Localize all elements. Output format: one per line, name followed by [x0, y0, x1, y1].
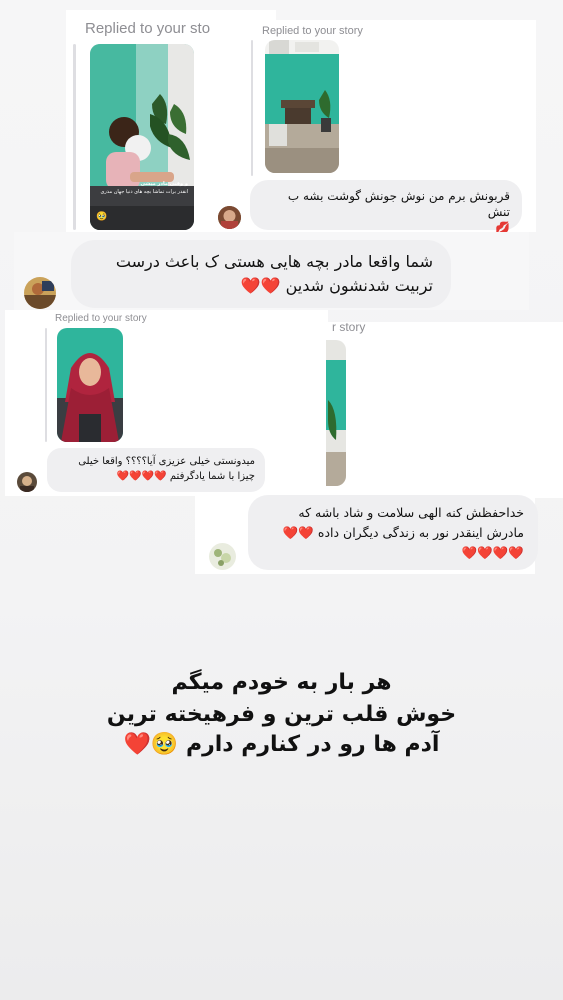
sender-avatar[interactable]: [218, 206, 241, 229]
message-bubble[interactable]: قربونش برم من نوش جونش گوشت بشه ب تنش 💋: [250, 180, 522, 235]
story-thumbnail-partial[interactable]: [326, 340, 346, 486]
sender-avatar[interactable]: [17, 472, 37, 492]
pleading-face-icon: 🥹: [96, 212, 108, 222]
replied-label: Replied to your story: [55, 313, 147, 324]
story-caption-line1: هر بار به خودم میگم: [171, 670, 392, 695]
office-photo-illustration: [265, 40, 339, 173]
message-text-line1: خداحفظش کنه الهی سلامت و شاد باشه که: [298, 505, 524, 520]
story-caption-line3: آدم ها رو در کنارم دارم: [185, 732, 440, 757]
reply-card-partial: [326, 322, 563, 498]
message-text-line2: تربیت شدنشون شدین: [285, 276, 433, 295]
red-heart-icon: ❤️❤️❤️❤️: [461, 545, 524, 560]
replied-label-partial: r story: [332, 320, 366, 334]
avatar-image: [209, 543, 236, 570]
message-bubble[interactable]: شما واقعا مادر بچه هایی هستی ک باعث درست…: [71, 240, 451, 308]
story-thumbnail-child[interactable]: و وقتی مادر میشی انقدر برات تماشا بچه ها…: [90, 44, 194, 230]
story-caption-line3-row: آدم ها رو در کنارم دارم 🥹❤️: [0, 730, 563, 760]
message-text-line2: چیزا با شما یادگرفتم: [169, 471, 255, 482]
red-heart-icon: ❤️❤️❤️❤️: [116, 471, 167, 482]
child-photo-illustration: [90, 44, 194, 230]
overlay-line2: انقدر برات تماشا بچه های دنیا جهان مذری: [100, 189, 189, 195]
pleading-face-heart-icon: 🥹❤️: [123, 732, 179, 757]
avatar-image: [17, 472, 37, 492]
replied-label: Replied to your story: [85, 20, 223, 37]
red-heart-icon: ❤️❤️: [240, 276, 281, 295]
partial-photo-illustration: [326, 340, 346, 486]
red-heart-icon: ❤️❤️: [282, 525, 314, 540]
sender-avatar[interactable]: [24, 277, 56, 309]
message-text-line1: شما واقعا مادر بچه هایی هستی ک باعث درست: [115, 252, 433, 271]
story-thumbnail-office[interactable]: [265, 40, 339, 173]
sender-avatar[interactable]: [209, 543, 236, 570]
reply-quote-bar: [45, 328, 47, 442]
replied-label: Replied to your story: [262, 25, 363, 37]
reply-quote-bar: [251, 40, 253, 176]
message-bubble[interactable]: خداحفظش کنه الهی سلامت و شاد باشه که ماد…: [248, 495, 538, 570]
overlay-line1: و وقتی مادر میشی: [140, 181, 188, 187]
hijab-photo-illustration: [57, 328, 123, 442]
avatar-image: [24, 277, 56, 309]
message-text: قربونش برم من نوش جونش گوشت بشه ب تنش: [287, 189, 510, 219]
story-thumbnail-hijab[interactable]: [57, 328, 123, 442]
avatar-image: [218, 206, 241, 229]
message-bubble[interactable]: میدونستی خیلی عزیزی آیا؟؟؟؟ واقعا خیلی چ…: [47, 448, 265, 492]
message-text-line2: مادرش اینقدر نور به زندگی دیگران داده: [317, 525, 524, 540]
story-caption-line2: خوش قلب ترین و فرهیخته ترین: [106, 702, 457, 727]
reply-quote-bar: [73, 44, 76, 230]
story-overlay-text: و وقتی مادر میشی انقدر برات تماشا بچه ها…: [98, 180, 189, 196]
message-text-line1: میدونستی خیلی عزیزی آیا؟؟؟؟ واقعا خیلی: [78, 456, 255, 467]
